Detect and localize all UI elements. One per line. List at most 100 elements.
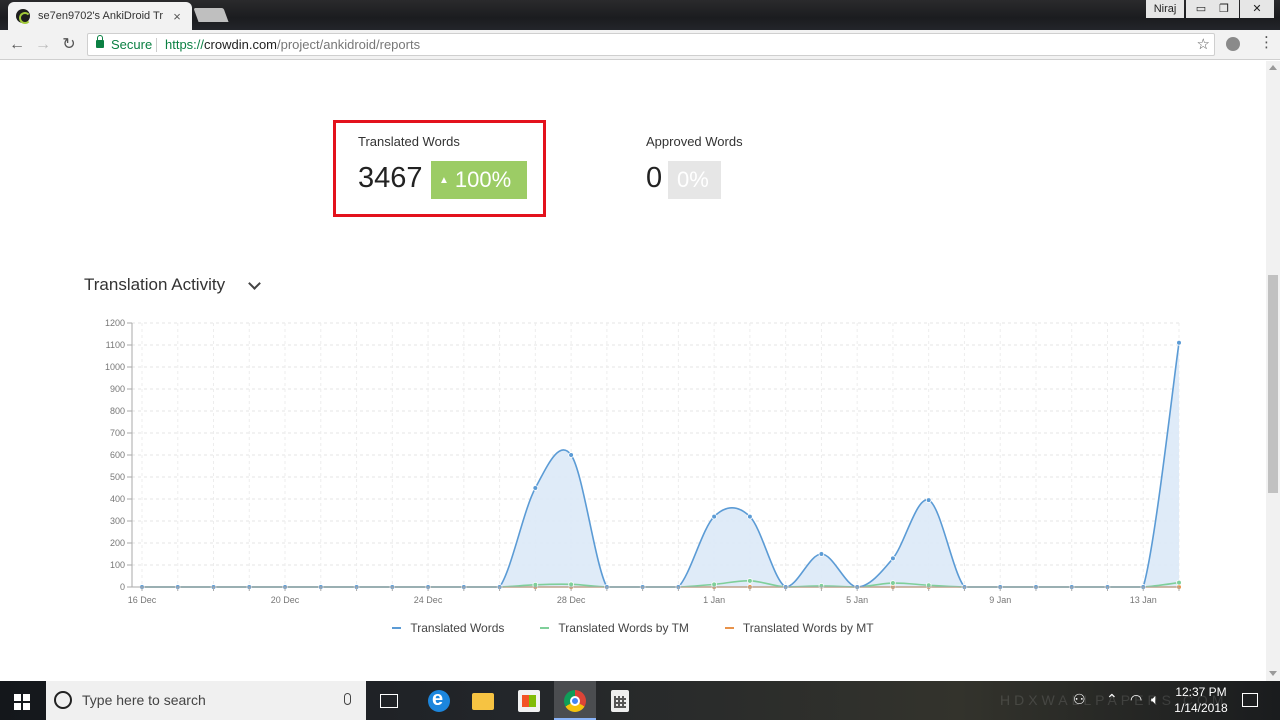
- translated-words-by-tm-point: [890, 580, 896, 586]
- search-placeholder: Type here to search: [82, 692, 206, 708]
- translated-words-point: [925, 497, 932, 503]
- translated-words-area: [142, 342, 1179, 587]
- approved-words-title: Approved Words: [646, 134, 743, 149]
- cortana-icon: [54, 691, 72, 709]
- notifications-icon[interactable]: [1242, 693, 1258, 707]
- y-tick-label: 1200: [105, 318, 125, 328]
- translated-words-point: [818, 551, 825, 557]
- store-icon[interactable]: [518, 690, 540, 712]
- taskbar-clock[interactable]: 12:37 PM 1/14/2018: [1166, 684, 1236, 716]
- chart-grid: [132, 322, 1180, 588]
- legend-item[interactable]: Translated Words: [392, 621, 504, 635]
- translated-words-by-tm-point: [1176, 579, 1182, 586]
- translated-words-percent-badge: ▲ 100%: [431, 161, 527, 199]
- translated-words-point: [532, 485, 539, 491]
- reload-button[interactable]: ↻: [58, 34, 80, 56]
- extension-icon[interactable]: [1226, 37, 1240, 51]
- y-tick-label: 800: [110, 406, 125, 416]
- translated-words-by-tm-point: [747, 578, 753, 584]
- legend-swatch: [392, 627, 402, 629]
- chart-points: [139, 339, 1182, 590]
- microphone-icon[interactable]: [344, 693, 351, 705]
- approved-words-percent-badge: 0%: [668, 161, 721, 199]
- chrome-icon[interactable]: [564, 690, 586, 712]
- legend-swatch: [540, 627, 550, 629]
- translated-words-by-tm-point: [711, 581, 717, 588]
- tab-title: se7en9702's AnkiDroid Tr: [38, 10, 164, 22]
- chart-areas: [142, 342, 1179, 587]
- translated-words-point: [890, 555, 896, 562]
- url-text[interactable]: https://crowdin.com/project/ankidroid/re…: [165, 34, 420, 55]
- taskbar: Type here to search HDXWALLPAPERS.COM ⚇ …: [0, 681, 1280, 720]
- scroll-down-arrow-icon[interactable]: [1269, 671, 1277, 676]
- y-tick-label: 500: [110, 472, 125, 482]
- legend-item[interactable]: Translated Words by TM: [540, 621, 689, 635]
- y-tick-label: 1100: [106, 340, 125, 350]
- browser-tab[interactable]: se7en9702's AnkiDroid Tr ×: [8, 2, 192, 30]
- bookmark-star-icon[interactable]: ☆: [1197, 34, 1210, 55]
- translated-words-by-tm-line: [141, 580, 1180, 588]
- address-bar[interactable]: Secure https://crowdin.com/project/ankid…: [87, 33, 1215, 56]
- url-host: crowdin.com: [204, 37, 277, 52]
- translated-words-point: [711, 513, 717, 520]
- y-tick-label: 200: [110, 538, 125, 548]
- title-bar: se7en9702's AnkiDroid Tr × Niraj ▭ ❐ ✕: [0, 0, 1280, 30]
- people-icon[interactable]: ⚇: [1073, 691, 1086, 708]
- translated-words-percent: 100%: [454, 167, 512, 192]
- edge-browser-icon[interactable]: [428, 688, 450, 712]
- wifi-icon[interactable]: ◠: [1130, 691, 1142, 708]
- restore-button[interactable]: ❐: [1209, 0, 1239, 18]
- new-tab-button[interactable]: [193, 8, 229, 22]
- x-tick-label: 9 Jan: [989, 595, 1011, 605]
- y-tick-label: 300: [110, 516, 125, 526]
- approved-words-percent: 0%: [677, 167, 709, 192]
- legend-label: Translated Words by TM: [558, 621, 689, 635]
- file-explorer-icon[interactable]: [472, 693, 494, 710]
- translated-words-value: 3467: [358, 162, 423, 194]
- close-window-button[interactable]: ✕: [1240, 0, 1274, 18]
- taskbar-search-box[interactable]: Type here to search: [46, 681, 366, 720]
- browser-menu-icon[interactable]: ⋮: [1259, 34, 1274, 54]
- secure-label: Secure: [111, 37, 153, 52]
- calculator-icon[interactable]: [611, 690, 629, 712]
- tab-close-icon[interactable]: ×: [170, 9, 184, 24]
- trend-up-icon: ▲: [439, 175, 449, 186]
- translation-activity-chart: 0 100 200 300 400 500 600 700 800 900 1000 1100 1200…: [105, 318, 1182, 605]
- y-tick-label: 0: [120, 582, 125, 592]
- x-tick-label: 20 Dec: [271, 595, 300, 605]
- page-scrollbar[interactable]: [1266, 61, 1280, 681]
- profile-button[interactable]: Niraj: [1146, 0, 1184, 18]
- x-tick-label: 1 Jan: [703, 595, 725, 605]
- x-tick-label: 16 Dec: [128, 595, 157, 605]
- forward-button[interactable]: →: [32, 34, 54, 56]
- chart-axes: 0 100 200 300 400 500 600 700 800 900 1000 1100 1200…: [105, 318, 1180, 605]
- translated-words-point: [568, 452, 574, 458]
- y-tick-label: 400: [110, 494, 125, 504]
- legend-label: Translated Words by MT: [742, 621, 874, 635]
- tray-chevron-up-icon[interactable]: ⌃: [1106, 691, 1118, 708]
- windows-start-icon[interactable]: [14, 694, 30, 710]
- task-view-icon[interactable]: [380, 694, 398, 708]
- translation-activity-title[interactable]: Translation Activity: [84, 275, 225, 295]
- legend-label: Translated Words: [410, 621, 505, 635]
- translated-words-by-tm-point: [568, 581, 574, 588]
- crowdin-favicon-icon: [16, 9, 31, 24]
- y-tick-label: 1000: [105, 362, 125, 372]
- y-tick-label: 100: [110, 560, 125, 570]
- translated-words-title: Translated Words: [358, 134, 460, 149]
- translated-words-line: [141, 342, 1180, 588]
- legend-item[interactable]: Translated Words by MT: [724, 621, 874, 635]
- clock-date: 1/14/2018: [1174, 701, 1228, 715]
- scroll-up-arrow-icon[interactable]: [1269, 65, 1277, 70]
- approved-words-value: 0: [646, 162, 663, 194]
- scroll-thumb[interactable]: [1268, 275, 1278, 493]
- chevron-down-icon[interactable]: [248, 277, 261, 290]
- y-tick-label: 900: [110, 384, 125, 394]
- lock-icon: [96, 35, 104, 48]
- page-content: Translated Words 3467 ▲ 100% Approved Wor…: [0, 61, 1266, 681]
- chart-legend: Translated Words Translated Words by TM Tr…: [0, 621, 1266, 635]
- volume-icon[interactable]: 🔈︎: [1151, 691, 1159, 708]
- chart-lines: [141, 342, 1180, 588]
- x-tick-label: 5 Jan: [846, 595, 868, 605]
- back-button[interactable]: ←: [6, 34, 28, 56]
